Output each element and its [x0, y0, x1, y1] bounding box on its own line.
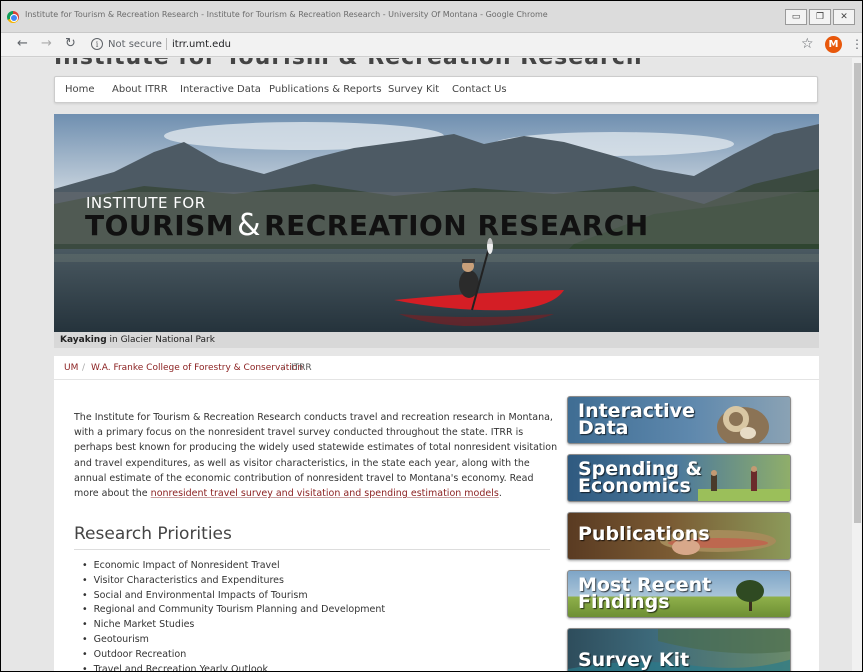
interactive-data-tile[interactable]: Interactive Data — [567, 396, 791, 444]
list-item: Outdoor Recreation — [82, 648, 385, 663]
caption-rest: in Glacier National Park — [106, 335, 215, 345]
research-priorities-list: Economic Impact of Nonresident Travel Vi… — [82, 559, 385, 671]
tile-label-line2: Economics — [578, 475, 691, 497]
window-title: Institute for Tourism & Recreation Resea… — [25, 10, 548, 19]
chrome-logo-icon — [7, 11, 19, 23]
list-item: Social and Environmental Impacts of Tour… — [82, 589, 385, 604]
breadcrumb-separator: / — [282, 363, 286, 373]
list-item: Regional and Community Tourism Planning … — [82, 603, 385, 618]
breadcrumb-college[interactable]: W.A. Franke College of Forestry & Conser… — [91, 363, 303, 373]
research-priorities-heading: Research Priorities — [74, 524, 232, 544]
tile-label-line1: Publications — [578, 523, 710, 545]
profile-avatar[interactable]: M — [825, 36, 842, 53]
address-input[interactable]: itrr.umt.edu — [172, 39, 231, 50]
breadcrumb-um[interactable]: UM — [64, 363, 78, 373]
breadcrumb-itrr: ITRR — [291, 363, 312, 373]
browser-window: Institute for Tourism & Recreation Resea… — [0, 0, 863, 672]
survey-kit-tile[interactable]: Survey Kit — [567, 628, 791, 671]
breadcrumb: UM / W.A. Franke College of Forestry & C… — [54, 356, 819, 380]
minimize-button[interactable]: ▭ — [785, 9, 807, 25]
main-content: The Institute for Tourism & Recreation R… — [54, 380, 819, 671]
nav-publications[interactable]: Publications & Reports — [269, 84, 382, 95]
forward-arrow-icon[interactable]: → — [41, 36, 52, 51]
list-item: Travel and Recreation Yearly Outlook — [82, 663, 385, 671]
nav-interactive-data[interactable]: Interactive Data — [180, 84, 261, 95]
nav-survey-kit[interactable]: Survey Kit — [388, 84, 439, 95]
list-item: Niche Market Studies — [82, 618, 385, 633]
bookmark-star-icon[interactable]: ☆ — [801, 36, 814, 52]
title-bar: Institute for Tourism & Recreation Resea… — [1, 1, 862, 33]
list-item: Visitor Characteristics and Expenditures — [82, 574, 385, 589]
scrollbar-thumb[interactable] — [854, 63, 861, 523]
url-separator — [166, 38, 167, 50]
publications-tile[interactable]: Publications — [567, 512, 791, 560]
nonresident-survey-link[interactable]: nonresident travel survey and visitation… — [151, 488, 499, 499]
back-arrow-icon[interactable]: ← — [17, 36, 28, 51]
hero-caption-bar: Kayaking in Glacier National Park — [54, 332, 819, 348]
site-title[interactable]: Institute for Tourism & Recreation Resea… — [54, 58, 643, 70]
nav-about[interactable]: About ITRR — [112, 84, 168, 95]
caption-bold: Kayaking — [60, 335, 107, 345]
spending-economics-tile[interactable]: Spending & Economics — [567, 454, 791, 502]
intro-end: . — [498, 488, 502, 500]
reload-icon[interactable]: ↻ — [65, 36, 76, 51]
page-viewport: Institute for Tourism & Recreation Resea… — [1, 58, 862, 671]
restore-button[interactable]: ❐ — [809, 9, 831, 25]
tile-label-line1: Survey Kit — [578, 649, 690, 671]
address-toolbar: ← → ↻ i Not secure itrr.umt.edu ☆ M ⋮ — [1, 33, 862, 57]
hero-caption: Kayaking in Glacier National Park — [60, 335, 215, 345]
intro-paragraph: The Institute for Tourism & Recreation R… — [74, 410, 561, 501]
main-navbar: Home About ITRR Interactive Data Publica… — [54, 76, 818, 103]
hero-banner: INSTITUTE FOR TOURISM & RECREATION RESEARC… — [54, 114, 819, 348]
nav-home[interactable]: Home — [65, 84, 95, 95]
page-scrollbar[interactable] — [852, 58, 862, 671]
section-divider — [74, 549, 550, 550]
menu-kebab-icon[interactable]: ⋮ — [851, 37, 862, 51]
hero-word-research: RECREATION RESEARCH — [264, 209, 649, 242]
hero-word-tourism: TOURISM — [85, 209, 235, 242]
most-recent-findings-tile[interactable]: Most Recent Findings — [567, 570, 791, 618]
security-label[interactable]: Not secure — [108, 39, 162, 50]
hero-ampersand: & — [237, 208, 262, 243]
tile-label-line2: Data — [578, 417, 629, 439]
tile-label-line2: Findings — [578, 591, 670, 613]
intro-text: The Institute for Tourism & Recreation R… — [74, 412, 558, 500]
list-item: Economic Impact of Nonresident Travel — [82, 559, 385, 574]
hero-title-line2: TOURISM & RECREATION RESEARCH — [85, 208, 649, 243]
nav-contact[interactable]: Contact Us — [452, 84, 507, 95]
list-item: Geotourism — [82, 633, 385, 648]
breadcrumb-separator: / — [82, 363, 86, 373]
info-icon[interactable]: i — [91, 38, 103, 50]
close-button[interactable]: ✕ — [833, 9, 855, 25]
